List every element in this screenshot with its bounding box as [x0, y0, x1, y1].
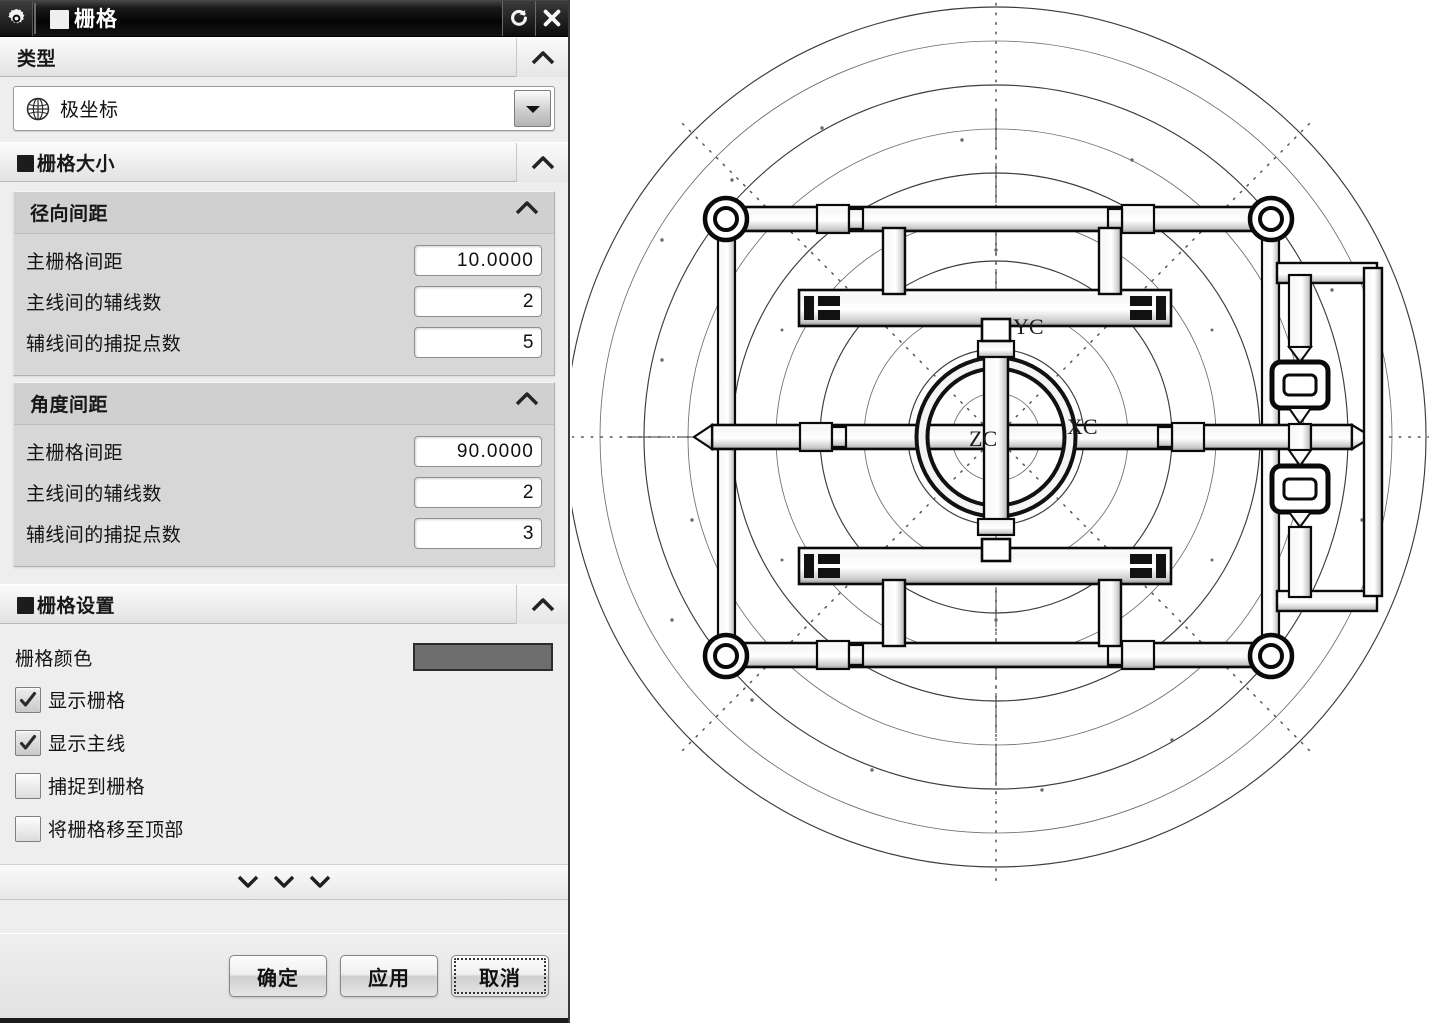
group-body-grid-size: 径向间距 主栅格间距 10.0000 主线间的辅线数 2 辅线间的捕捉点数 5 …	[0, 182, 568, 584]
angular-snap-points-input[interactable]: 3	[414, 518, 542, 549]
checkbox-box	[15, 729, 41, 756]
grid-type-combo[interactable]: 极坐标	[13, 86, 555, 131]
field-label: 主栅格间距	[26, 252, 124, 273]
title-glyph-block	[50, 9, 69, 29]
dialog-titlebar: 栅格	[0, 0, 568, 37]
checkbox-box	[15, 815, 41, 842]
checkbox-move-grid-to-top[interactable]: 将栅格移至顶部	[15, 807, 553, 850]
checkbox-show-grid[interactable]: 显示栅格	[15, 678, 553, 721]
field-row: 辅线间的捕捉点数 5	[26, 322, 542, 363]
group-header-grid-size[interactable]: 栅格大小	[0, 142, 568, 182]
chevron-down-icon	[309, 875, 331, 888]
reset-icon[interactable]	[502, 0, 535, 36]
grid-color-label: 栅格颜色	[15, 648, 93, 670]
axis-label-zc: ZC	[969, 426, 997, 451]
checkbox-label: 显示主线	[48, 734, 126, 755]
checkbox-label: 显示栅格	[48, 691, 126, 712]
group-header-grid-settings[interactable]: 栅格设置	[0, 584, 568, 624]
subgroup-angular-spacing: 角度间距 主栅格间距 90.0000 主线间的辅线数 2 辅线间的捕捉点数 3	[13, 382, 555, 567]
field-label: 主线间的辅线数	[26, 293, 162, 314]
checkbox-box	[15, 686, 41, 713]
axis-label-xc: XC	[1067, 414, 1098, 439]
dialog-footer: 确定 应用 取消	[0, 933, 568, 1023]
group-body-type: 极坐标	[0, 77, 568, 142]
checkbox-box	[15, 772, 41, 799]
radial-minor-lines-input[interactable]: 2	[414, 286, 542, 317]
checkbox-label: 将栅格移至顶部	[48, 820, 184, 841]
subgroup-rows-radial: 主栅格间距 10.0000 主线间的辅线数 2 辅线间的捕捉点数 5	[14, 234, 554, 375]
dialog-body: 类型 极坐标 栅格大小 径向间距 主栅格间距 10.0000 主线间的辅线数 2…	[0, 37, 568, 933]
subgroup-radial-spacing: 径向间距 主栅格间距 10.0000 主线间的辅线数 2 辅线间的捕捉点数 5	[13, 191, 555, 376]
field-label: 辅线间的捕捉点数	[26, 334, 182, 355]
cad-drawing: YC ZC XC	[572, 0, 1429, 885]
chevron-up-icon-grid-settings[interactable]	[516, 585, 568, 624]
field-label: 辅线间的捕捉点数	[26, 525, 182, 546]
cad-frame-assembly	[692, 195, 1384, 680]
grid-color-row: 栅格颜色	[15, 636, 553, 678]
cancel-button[interactable]: 取消	[451, 955, 549, 997]
checkbox-snap-to-grid[interactable]: 捕捉到栅格	[15, 764, 553, 807]
group-body-grid-settings: 栅格颜色 显示栅格 显示主线 捕捉到栅格 将栅格移至顶部	[0, 624, 568, 864]
angular-minor-lines-input[interactable]: 2	[414, 477, 542, 508]
label-glyph-block	[17, 596, 34, 614]
field-row: 主栅格间距 90.0000	[26, 431, 542, 472]
field-label: 主线间的辅线数	[26, 484, 162, 505]
polar-grid-icon	[24, 95, 52, 123]
chevron-up-icon-angular[interactable]	[514, 391, 540, 412]
chevron-down-icon	[273, 875, 295, 888]
group-label-grid-size-text: 栅格大小	[37, 153, 116, 175]
close-icon[interactable]	[535, 0, 568, 36]
grid-type-value: 极坐标	[60, 100, 119, 121]
subgroup-rows-angular: 主栅格间距 90.0000 主线间的辅线数 2 辅线间的捕捉点数 3	[14, 425, 554, 566]
dialog-title-text: 栅格	[74, 8, 118, 31]
dialog-title: 栅格	[50, 3, 118, 33]
radial-major-spacing-input[interactable]: 10.0000	[414, 245, 542, 276]
angular-major-spacing-input[interactable]: 90.0000	[414, 436, 542, 467]
titlebar-buttons	[502, 0, 568, 36]
group-label-type: 类型	[17, 48, 57, 70]
chevron-down-icon-combo[interactable]	[514, 90, 551, 127]
subgroup-header-radial[interactable]: 径向间距	[14, 192, 554, 234]
group-label-grid-size: 栅格大小	[17, 149, 115, 176]
cad-viewport[interactable]: YC ZC XC	[572, 0, 1429, 1023]
subgroup-label-radial: 径向间距	[30, 204, 109, 225]
grid-color-swatch[interactable]	[413, 643, 553, 671]
group-label-grid-settings: 栅格设置	[17, 591, 115, 618]
subgroup-label-angular: 角度间距	[30, 395, 109, 416]
expand-more-indicator[interactable]	[0, 864, 568, 900]
grid-dialog: 栅格 类型 极坐标 栅格大小 径向间距 主栅格间距 10.0000 主线间的辅线…	[0, 0, 570, 1023]
field-row: 主线间的辅线数 2	[26, 281, 542, 322]
field-row: 主栅格间距 10.0000	[26, 240, 542, 281]
field-row: 辅线间的捕捉点数 3	[26, 513, 542, 554]
field-row: 主线间的辅线数 2	[26, 472, 542, 513]
ok-button[interactable]: 确定	[229, 955, 327, 997]
label-glyph-block	[17, 154, 34, 172]
checkbox-label: 捕捉到栅格	[48, 777, 146, 798]
checkbox-show-major-lines[interactable]: 显示主线	[15, 721, 553, 764]
titlebar-divider	[34, 2, 36, 34]
subgroup-header-angular[interactable]: 角度间距	[14, 383, 554, 425]
chevron-up-icon-type[interactable]	[516, 38, 568, 77]
axis-label-yc: YC	[1013, 314, 1044, 339]
gear-icon[interactable]	[0, 0, 33, 36]
group-label-grid-settings-text: 栅格设置	[37, 595, 116, 617]
apply-button[interactable]: 应用	[340, 955, 438, 997]
chevron-up-icon-radial[interactable]	[514, 200, 540, 221]
group-header-type[interactable]: 类型	[0, 37, 568, 77]
app-root: 栅格 类型 极坐标 栅格大小 径向间距 主栅格间距 10.0000 主线间的辅线…	[0, 0, 1429, 1023]
chevron-down-icon	[237, 875, 259, 888]
chevron-up-icon-grid-size[interactable]	[516, 143, 568, 182]
field-label: 主栅格间距	[26, 443, 124, 464]
radial-snap-points-input[interactable]: 5	[414, 327, 542, 358]
